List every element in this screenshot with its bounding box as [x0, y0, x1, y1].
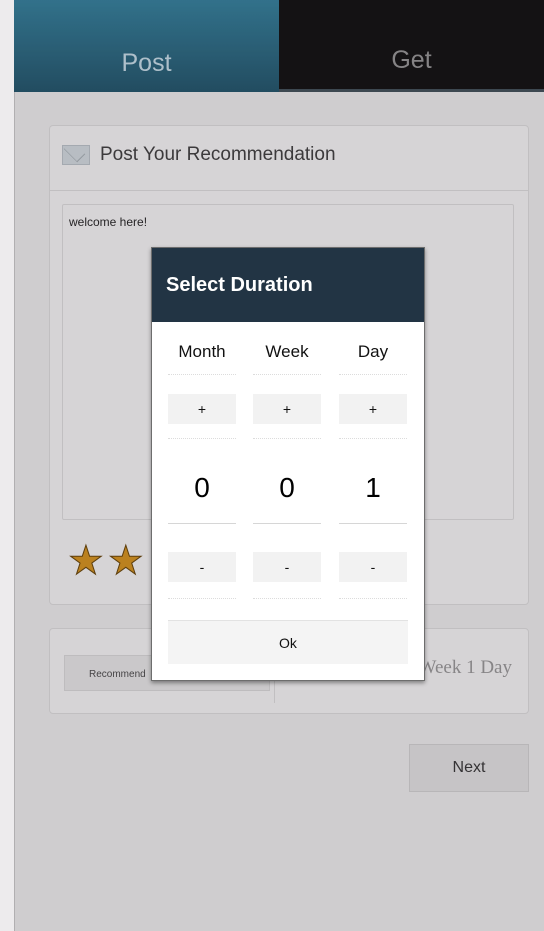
month-picker: Month + 0 - — [168, 322, 236, 612]
week-label: Week — [265, 342, 309, 361]
divider — [168, 438, 236, 440]
week-decrement-button[interactable]: - — [253, 552, 321, 582]
day-increment-button[interactable]: + — [339, 394, 407, 424]
month-label: Month — [178, 342, 226, 361]
ok-button[interactable]: Ok — [168, 620, 408, 664]
day-picker: Day + 1 - — [339, 322, 407, 612]
divider — [339, 438, 407, 440]
select-duration-dialog: Select Duration Month + 0 - Week + 0 - D… — [151, 247, 425, 681]
dialog-title: Select Duration — [166, 273, 313, 296]
month-decrement-button[interactable]: - — [168, 552, 236, 582]
divider — [253, 438, 321, 440]
week-increment-button[interactable]: + — [253, 394, 321, 424]
divider — [253, 598, 321, 600]
divider — [168, 598, 236, 600]
month-value[interactable]: 0 — [168, 460, 236, 524]
day-value[interactable]: 1 — [339, 460, 407, 524]
month-increment-button[interactable]: + — [168, 394, 236, 424]
divider — [339, 598, 407, 600]
day-decrement-button[interactable]: - — [339, 552, 407, 582]
day-label: Day — [357, 342, 389, 361]
week-value[interactable]: 0 — [253, 460, 321, 524]
divider — [168, 374, 236, 376]
week-picker: Week + 0 - — [253, 322, 321, 612]
dialog-header: Select Duration — [152, 248, 424, 322]
divider — [253, 374, 321, 376]
divider — [339, 374, 407, 376]
